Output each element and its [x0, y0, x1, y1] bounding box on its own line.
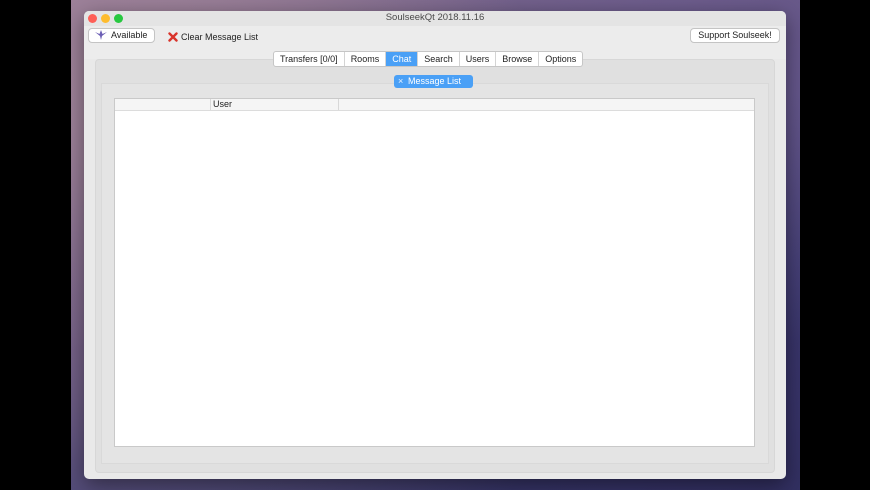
column-header-blank[interactable]: [115, 99, 211, 110]
tab-chat[interactable]: Chat: [386, 52, 419, 66]
table-header: User: [115, 99, 754, 111]
app-window: SoulseekQt 2018.11.16 Available Clear Me…: [84, 11, 786, 479]
column-header-message[interactable]: [339, 99, 754, 110]
tab-transfers[interactable]: Transfers [0/0]: [274, 52, 345, 66]
tab-users[interactable]: Users: [460, 52, 497, 66]
clear-message-list-label: Clear Message List: [181, 32, 259, 42]
window-title: SoulseekQt 2018.11.16: [385, 12, 485, 23]
bird-icon: [95, 30, 107, 40]
tab-search[interactable]: Search: [418, 52, 460, 66]
main-tab-bar: Transfers [0/0] Rooms Chat Search Users …: [273, 51, 584, 67]
close-icon[interactable]: ×: [398, 75, 403, 88]
message-list-table[interactable]: User: [114, 98, 755, 447]
tab-rooms[interactable]: Rooms: [345, 52, 387, 66]
status-button[interactable]: Available: [88, 28, 155, 43]
message-list-tab-label: Message List: [408, 76, 462, 86]
title-bar[interactable]: SoulseekQt 2018.11.16: [84, 11, 786, 26]
tab-message-list[interactable]: × Message List: [394, 75, 473, 88]
support-soulseek-button[interactable]: Support Soulseek!: [690, 28, 780, 43]
tab-options[interactable]: Options: [539, 52, 582, 66]
red-x-icon: [168, 32, 178, 42]
status-label: Available: [111, 30, 148, 40]
tab-browse[interactable]: Browse: [496, 52, 540, 66]
clear-message-list-button[interactable]: Clear Message List: [168, 30, 258, 44]
column-header-user[interactable]: User: [211, 99, 339, 110]
